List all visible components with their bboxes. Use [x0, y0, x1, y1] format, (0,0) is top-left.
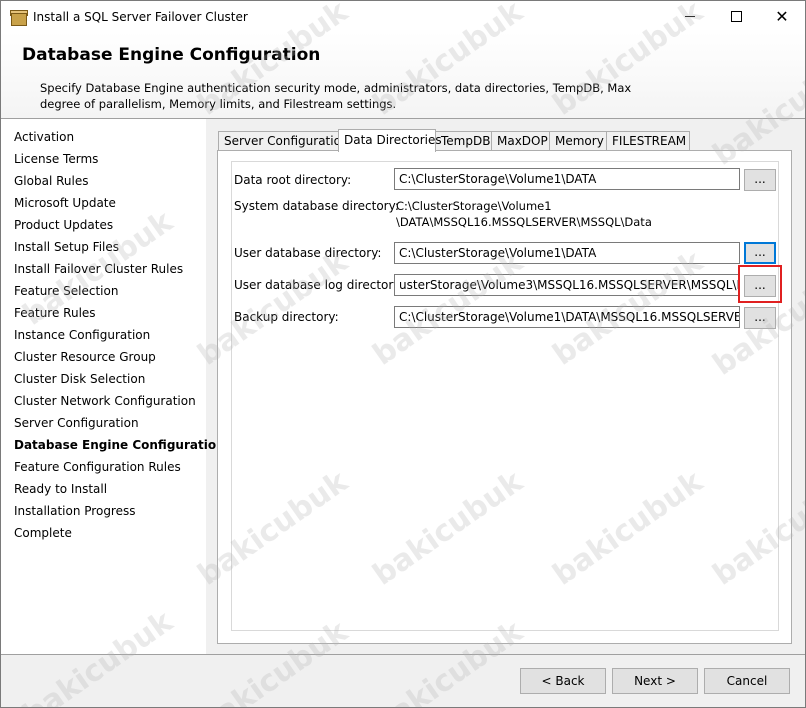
nav-item-instance-configuration[interactable]: Instance Configuration [14, 325, 150, 345]
nav-item-cluster-disk-selection[interactable]: Cluster Disk Selection [14, 369, 145, 389]
system-db-value-line2: \DATA\MSSQL16.MSSQLSERVER\MSSQL\Data [396, 215, 652, 229]
nav-item-feature-selection[interactable]: Feature Selection [14, 281, 118, 301]
system-db-label: System database directory: [234, 199, 399, 213]
data-root-field[interactable]: C:\ClusterStorage\Volume1\DATA [394, 168, 740, 190]
maximize-icon [730, 11, 742, 22]
nav-item-global-rules[interactable]: Global Rules [14, 171, 88, 191]
page-header: Database Engine Configuration Specify Da… [1, 32, 805, 119]
next-button[interactable]: Next > [612, 668, 698, 694]
user-db-browse-button[interactable]: ... [744, 242, 776, 264]
wizard-footer: < Back Next > Cancel [1, 655, 805, 707]
nav-item-cluster-resource-group[interactable]: Cluster Resource Group [14, 347, 156, 367]
backup-browse-button[interactable]: ... [744, 307, 776, 329]
highlight-annotation [738, 265, 782, 303]
window-controls: ✕ [667, 1, 805, 32]
data-root-browse-button[interactable]: ... [744, 169, 776, 191]
page-description: Specify Database Engine authentication s… [40, 81, 632, 111]
title-bar: Install a SQL Server Failover Cluster ✕ [1, 1, 805, 32]
installer-window: Install a SQL Server Failover Cluster ✕ … [0, 0, 806, 708]
tab-tempdb[interactable]: TempDB [435, 131, 493, 151]
back-button[interactable]: < Back [520, 668, 606, 694]
user-db-field[interactable]: C:\ClusterStorage\Volume1\DATA [394, 242, 740, 264]
data-root-label: Data root directory: [234, 173, 352, 187]
cancel-button[interactable]: Cancel [704, 668, 790, 694]
nav-item-license-terms[interactable]: License Terms [14, 149, 98, 169]
nav-item-server-configuration[interactable]: Server Configuration [14, 413, 139, 433]
page-title: Database Engine Configuration [22, 45, 321, 65]
wizard-steps-nav: Activation License Terms Global Rules Mi… [1, 119, 225, 654]
close-icon: ✕ [775, 6, 789, 26]
tab-maxdop[interactable]: MaxDOP [491, 131, 552, 151]
window-title: Install a SQL Server Failover Cluster [33, 9, 248, 24]
minimize-button[interactable] [667, 1, 713, 32]
sql-setup-box-icon [10, 9, 28, 26]
system-db-value-line1: C:\ClusterStorage\Volume1 [396, 199, 552, 213]
nav-item-complete[interactable]: Complete [14, 523, 72, 543]
tab-server-configuration[interactable]: Server Configuration [218, 131, 349, 151]
directories-group [231, 161, 779, 631]
user-db-label: User database directory: [234, 246, 382, 260]
nav-item-cluster-network-configuration[interactable]: Cluster Network Configuration [14, 391, 196, 411]
data-directories-panel: Data root directory: C:\ClusterStorage\V… [217, 150, 792, 644]
nav-item-install-failover-cluster-rules[interactable]: Install Failover Cluster Rules [14, 259, 183, 279]
nav-item-feature-configuration-rules[interactable]: Feature Configuration Rules [14, 457, 181, 477]
nav-item-install-setup-files[interactable]: Install Setup Files [14, 237, 119, 257]
nav-item-product-updates[interactable]: Product Updates [14, 215, 113, 235]
backup-label: Backup directory: [234, 310, 339, 324]
user-db-log-label: User database log directory: [234, 278, 404, 292]
close-button[interactable]: ✕ [759, 1, 805, 32]
tab-memory[interactable]: Memory [549, 131, 609, 151]
minimize-icon [685, 16, 695, 17]
maximize-button[interactable] [713, 1, 759, 32]
nav-item-feature-rules[interactable]: Feature Rules [14, 303, 96, 323]
tab-data-directories[interactable]: Data Directories [338, 129, 442, 152]
nav-item-activation[interactable]: Activation [14, 127, 74, 147]
backup-field[interactable]: C:\ClusterStorage\Volume1\DATA\MSSQL16.M… [394, 306, 740, 328]
tab-filestream[interactable]: FILESTREAM [606, 131, 690, 151]
nav-item-ready-to-install[interactable]: Ready to Install [14, 479, 107, 499]
nav-item-database-engine-configuration[interactable]: Database Engine Configuration [14, 435, 225, 455]
nav-item-installation-progress[interactable]: Installation Progress [14, 501, 136, 521]
user-db-log-field[interactable]: usterStorage\Volume3\MSSQL16.MSSQLSERVER… [394, 274, 740, 296]
nav-item-microsoft-update[interactable]: Microsoft Update [14, 193, 116, 213]
